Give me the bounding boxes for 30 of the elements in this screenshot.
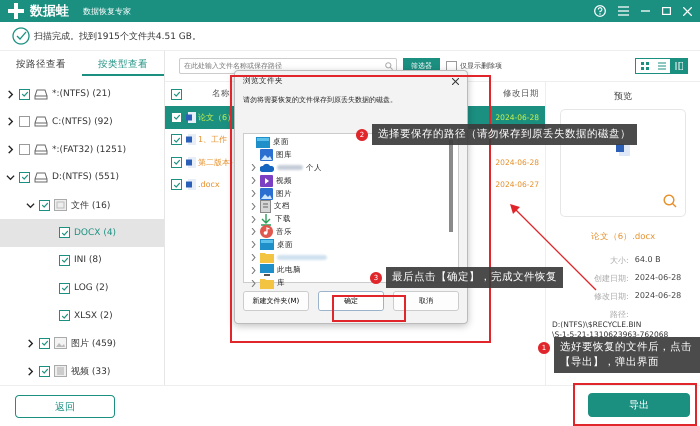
tree-item-label: 视频 (33): [71, 366, 110, 378]
tree-item-label: *:(FAT32) (1251): [52, 144, 126, 155]
tree-item-label: INI (8): [74, 255, 102, 266]
tree-item-label: 文件 (16): [71, 200, 110, 212]
scan-status: 扫描完成。找到1915个文件共4.51 GB。: [34, 30, 201, 42]
file-name: 论文（6）: [198, 112, 236, 123]
app-subtitle: 数据恢复专家: [83, 6, 132, 16]
app-name: 数据蛙: [30, 3, 69, 20]
tree-item-label: DOCX (4): [74, 228, 116, 238]
callout-text: 选择要保存的路径（请勿保存到原丢失数据的磁盘）: [372, 124, 637, 146]
field-value: 2024-06-28: [634, 291, 682, 302]
file-name: 第二版本-: [198, 156, 233, 168]
field-label: 创建日期:: [593, 273, 629, 284]
preview-title: 预览: [614, 90, 632, 103]
field-label: 修改日期:: [593, 291, 629, 302]
field-value: 2024-06-28: [634, 273, 682, 284]
tree-item-label: XLSX (2): [74, 310, 113, 321]
field-label: 路径:: [609, 309, 629, 320]
preview-file-name: 论文（6）.docx: [590, 231, 656, 243]
tree-item-label: 图片 (459): [71, 338, 116, 350]
field-value: 64.0 B: [634, 255, 662, 266]
tree-item-label: *:(NTFS) (21): [52, 89, 111, 100]
file-name: 1、工作: [198, 134, 228, 146]
field-label: 大小:: [609, 255, 629, 266]
tree-item-label: D:(NTFS) (551): [52, 172, 120, 182]
file-name: .docx: [198, 180, 220, 190]
callout-text: 最后点击【确定】，完成文件恢复: [386, 267, 563, 288]
tree-item-label: C:(NTFS) (92): [52, 116, 113, 127]
tree-item-label: LOG (2): [74, 283, 108, 294]
callout-text: 选好要恢复的文件后，点击【导出】，弹出界面: [554, 337, 700, 374]
